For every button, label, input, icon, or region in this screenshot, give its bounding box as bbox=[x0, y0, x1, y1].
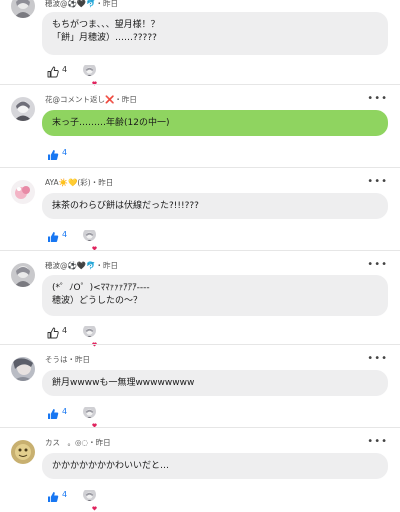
like-count: 4 bbox=[62, 490, 68, 499]
like-count: 4 bbox=[62, 65, 68, 74]
author-name[interactable]: AYA☀️💛(彩) bbox=[45, 178, 91, 187]
avatar[interactable] bbox=[11, 180, 35, 204]
like-icon[interactable] bbox=[47, 228, 59, 242]
like-count: 4 bbox=[62, 148, 68, 157]
timestamp: 昨日 bbox=[103, 0, 119, 8]
comment-bubble: 末っ子………年齢(12の中一) bbox=[42, 110, 388, 136]
more-options-button[interactable]: ••• bbox=[367, 437, 388, 447]
heart-icon bbox=[92, 71, 97, 86]
avatar[interactable] bbox=[11, 0, 35, 18]
author-name[interactable]: カス 。◎◌ bbox=[45, 438, 88, 447]
heart-icon bbox=[92, 332, 97, 347]
like-icon[interactable] bbox=[47, 488, 59, 502]
author-name[interactable]: 穂波@⚽🖤🐬 bbox=[45, 261, 96, 270]
timestamp: 昨日 bbox=[121, 95, 137, 104]
timestamp: 昨日 bbox=[75, 355, 90, 364]
meta-separator: ・ bbox=[88, 438, 96, 447]
more-options-button[interactable]: ••• bbox=[367, 94, 388, 104]
like-icon[interactable] bbox=[47, 63, 59, 78]
comment-bubble: かかかかかかかわいいだと… bbox=[42, 453, 388, 479]
timestamp: 昨日 bbox=[103, 261, 119, 270]
like-icon[interactable] bbox=[47, 324, 59, 339]
comment-item: そうは・昨日 ••• 餅月wwwwも一無理wwwwwwww 4 bbox=[0, 345, 400, 428]
author-name[interactable]: 花@コメント返し❌ bbox=[45, 95, 114, 104]
avatar[interactable] bbox=[11, 263, 35, 287]
heart-icon bbox=[92, 413, 97, 428]
like-icon[interactable] bbox=[47, 405, 59, 419]
heart-icon bbox=[92, 496, 97, 511]
meta-separator: ・ bbox=[95, 261, 104, 270]
more-options-button[interactable]: ••• bbox=[367, 260, 388, 270]
timestamp: 昨日 bbox=[98, 178, 114, 187]
heart-icon bbox=[92, 236, 97, 251]
comment-bubble: 餅月wwwwも一無理wwwwwwww bbox=[42, 370, 388, 396]
like-count: 4 bbox=[62, 326, 68, 335]
like-icon[interactable] bbox=[47, 146, 59, 160]
comment-item: カス 。◎◌・昨日 ••• かかかかかかかわいいだと… 4 bbox=[0, 428, 400, 512]
like-count: 4 bbox=[62, 407, 68, 416]
author-name[interactable]: 穂波@⚽🖤🐬 bbox=[45, 0, 96, 8]
like-count: 4 bbox=[62, 230, 68, 239]
comment-bubble: 抹茶のわらび餅は伏線だった?!!!??? bbox=[42, 193, 388, 219]
meta-separator: ・ bbox=[95, 0, 104, 8]
more-options-button[interactable]: ••• bbox=[367, 177, 388, 187]
meta-separator: ・ bbox=[67, 355, 76, 364]
comment-item: 花@コメント返し❌・昨日 ••• 末っ子………年齢(12の中一) 4 bbox=[0, 85, 400, 167]
meta-separator: ・ bbox=[114, 95, 122, 104]
avatar[interactable] bbox=[11, 97, 35, 121]
comment-item: 穂波@⚽🖤🐬・昨日 もちがつま、、、望月様！？ 「餅」月穂波）……????? 4 bbox=[0, 0, 400, 86]
author-name[interactable]: そうは bbox=[45, 355, 68, 364]
comment-bubble: (*゜ﾉO゜)<ﾏﾏｧｧｧｱｱｱ---- 穂波）どうしたの〜？ bbox=[42, 275, 388, 316]
avatar[interactable] bbox=[11, 440, 35, 464]
more-options-button[interactable]: ••• bbox=[367, 354, 388, 364]
timestamp: 昨日 bbox=[95, 438, 111, 447]
comment-item: AYA☀️💛(彩)・昨日 ••• 抹茶のわらび餅は伏線だった?!!!??? 4 bbox=[0, 168, 400, 251]
comment-list: 穂波@⚽🖤🐬・昨日 もちがつま、、、望月様！？ 「餅」月穂波）……????? 4… bbox=[0, 0, 400, 512]
comment-item: 穂波@⚽🖤🐬・昨日 ••• (*゜ﾉO゜)<ﾏﾏｧｧｧｱｱｱ---- 穂波）どう… bbox=[0, 251, 400, 347]
avatar[interactable] bbox=[11, 357, 35, 381]
comment-bubble: もちがつま、、、望月様！？ 「餅」月穂波）……????? bbox=[42, 12, 388, 55]
